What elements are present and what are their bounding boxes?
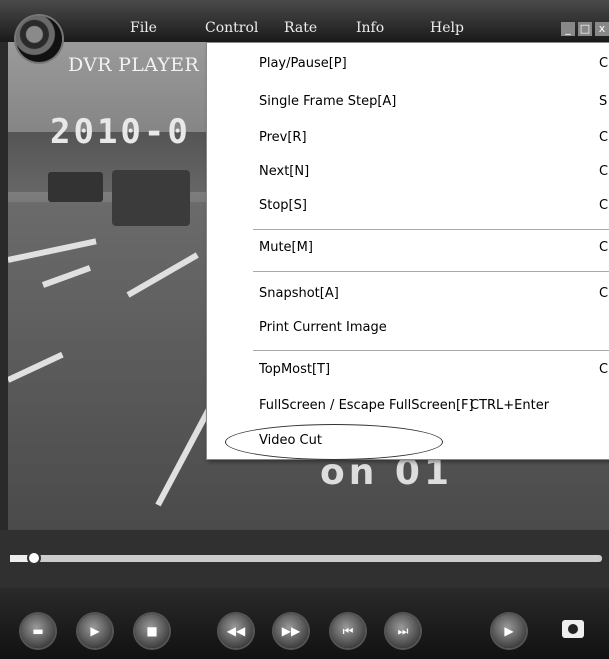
menu-separator xyxy=(253,229,609,230)
menu-item-play-pause[interactable]: Play/Pause[P] xyxy=(259,56,347,71)
menu-item-prev[interactable]: Prev[R] xyxy=(259,130,307,145)
menu-info[interactable]: Info xyxy=(356,20,384,36)
video-truck xyxy=(112,170,190,226)
rewind-button[interactable]: ◀◀ xyxy=(219,614,253,648)
shortcut-stop: C xyxy=(599,198,609,213)
minimize-button[interactable]: _ xyxy=(561,22,575,36)
prev-button[interactable]: ⏮ xyxy=(331,614,365,648)
open-icon: ▬ xyxy=(32,624,44,638)
dvr-logo-icon xyxy=(16,16,62,62)
menu-item-mute[interactable]: Mute[M] xyxy=(259,240,313,255)
shortcut-single-frame-step: S xyxy=(599,94,608,109)
menu-file[interactable]: File xyxy=(130,20,157,36)
shortcut-next: C xyxy=(599,164,609,179)
play-icon: ▶ xyxy=(90,624,100,638)
video-timestamp: 2010-0 xyxy=(50,112,191,152)
menu-control[interactable]: Control xyxy=(205,20,258,36)
shortcut-fullscreen: CTRL+Enter xyxy=(470,398,550,413)
next-icon: ⏭ xyxy=(397,624,409,638)
shortcut-play-pause: C xyxy=(599,56,609,71)
seek-track[interactable] xyxy=(10,555,602,562)
shortcut-mute: C xyxy=(599,240,609,255)
app-title: DVR PLAYER xyxy=(68,54,200,76)
close-button[interactable]: x xyxy=(595,22,609,36)
control-menu-dropdown: Play/Pause[P] C Single Frame Step[A] S P… xyxy=(206,42,609,460)
menu-item-fullscreen[interactable]: FullScreen / Escape FullScreen[F] xyxy=(259,398,474,413)
menu-item-single-frame-step[interactable]: Single Frame Step[A] xyxy=(259,94,396,109)
play-icon: ▶ xyxy=(504,624,514,638)
shortcut-prev: C xyxy=(599,130,609,145)
menu-item-print-current-image[interactable]: Print Current Image xyxy=(259,320,387,335)
menu-item-topmost[interactable]: TopMost[T] xyxy=(259,362,330,377)
fast-forward-icon: ▶▶ xyxy=(281,624,301,638)
play-button[interactable]: ▶ xyxy=(78,614,112,648)
stop-button[interactable]: ■ xyxy=(135,614,169,648)
stop-icon: ■ xyxy=(146,624,158,638)
video-car xyxy=(48,172,103,202)
menu-separator xyxy=(253,350,609,351)
fast-forward-button[interactable]: ▶▶ xyxy=(274,614,308,648)
menu-item-snapshot[interactable]: Snapshot[A] xyxy=(259,286,339,301)
shortcut-snapshot: C xyxy=(599,286,609,301)
menu-separator xyxy=(253,271,609,272)
prev-icon: ⏮ xyxy=(342,624,354,638)
maximize-button[interactable]: □ xyxy=(578,22,592,36)
camera-icon[interactable] xyxy=(562,620,584,638)
menu-rate[interactable]: Rate xyxy=(284,20,317,36)
highlight-ellipse xyxy=(225,424,443,460)
menu-item-next[interactable]: Next[N] xyxy=(259,164,309,179)
rewind-icon: ◀◀ xyxy=(226,624,246,638)
menu-item-stop[interactable]: Stop[S] xyxy=(259,198,307,213)
window-controls: _ □ x xyxy=(561,22,609,38)
shortcut-topmost: C xyxy=(599,362,609,377)
menu-help[interactable]: Help xyxy=(430,20,464,36)
seek-thumb[interactable] xyxy=(26,551,41,565)
next-button[interactable]: ⏭ xyxy=(386,614,420,648)
open-button[interactable]: ▬ xyxy=(21,614,55,648)
play-alt-button[interactable]: ▶ xyxy=(492,614,526,648)
